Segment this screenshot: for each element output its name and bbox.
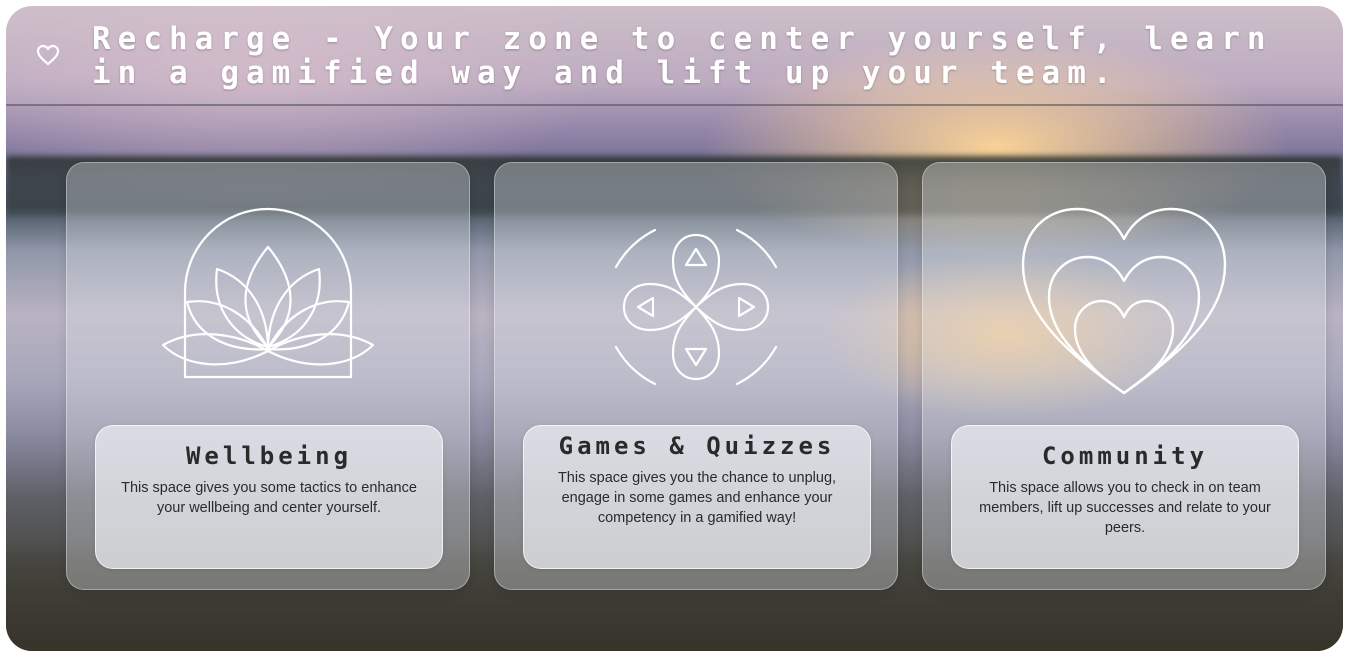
card-description: This space gives you the chance to unplu… bbox=[557, 470, 837, 526]
lotus-icon bbox=[161, 207, 375, 379]
header-bar: Recharge - Your zone to center yourself,… bbox=[6, 6, 1343, 106]
card-description: This space gives you some tactics to enh… bbox=[121, 480, 417, 516]
card-info-panel: Community This space allows you to check… bbox=[951, 425, 1299, 569]
heart-outline-icon bbox=[36, 44, 60, 66]
card-community[interactable]: Community This space allows you to check… bbox=[922, 162, 1326, 590]
card-description: This space allows you to check in on tea… bbox=[979, 480, 1271, 536]
card-info-panel: Wellbeing This space gives you some tact… bbox=[95, 425, 443, 569]
card-info-panel: Games & Quizzes This space gives you the… bbox=[523, 425, 871, 569]
gamepad-dpad-icon bbox=[614, 228, 778, 386]
page-title: Recharge - Your zone to center yourself,… bbox=[92, 21, 1273, 91]
card-title: Wellbeing bbox=[185, 442, 353, 470]
card-wellbeing[interactable]: Wellbeing This space gives you some tact… bbox=[66, 162, 470, 590]
recharge-banner: Recharge - Your zone to center yourself,… bbox=[6, 6, 1343, 651]
nested-hearts-icon bbox=[1021, 207, 1227, 395]
card-title: Community bbox=[1041, 442, 1209, 470]
card-games-quizzes[interactable]: Games & Quizzes This space gives you the… bbox=[494, 162, 898, 590]
card-title: Games & Quizzes bbox=[558, 432, 836, 460]
